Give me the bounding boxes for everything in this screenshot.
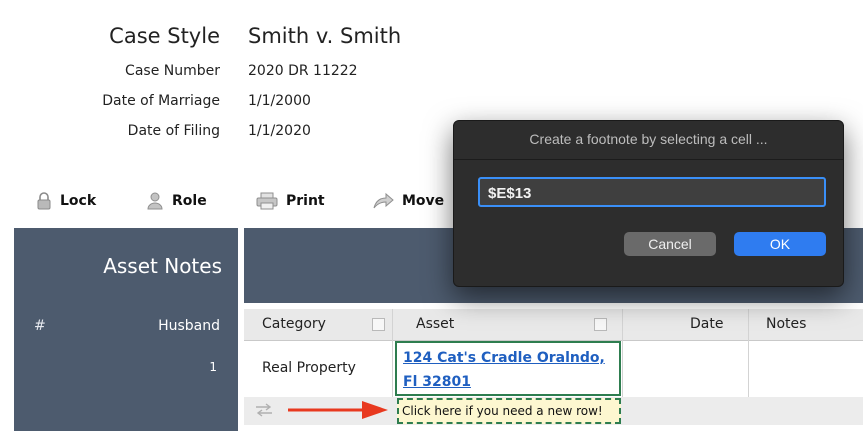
cancel-button[interactable]: Cancel: [624, 232, 716, 256]
lock-icon: [37, 192, 51, 210]
cell-reference-input[interactable]: $E$13: [478, 177, 826, 207]
print-button[interactable]: Print: [256, 190, 325, 212]
asset-link[interactable]: 124 Cat's Cradle Oralndo, Fl 32801: [403, 346, 618, 394]
category-cell[interactable]: Real Property: [262, 360, 356, 376]
ok-button[interactable]: OK: [734, 232, 826, 256]
dialog-title: Create a footnote by selecting a cell ..…: [529, 131, 768, 147]
arrow-right-icon: [288, 401, 388, 419]
row-number: 1: [209, 360, 217, 374]
move-button[interactable]: Move: [372, 190, 444, 212]
print-label: Print: [286, 193, 325, 209]
husband-column-header: Husband: [158, 318, 220, 334]
role-button[interactable]: Role: [146, 190, 207, 212]
date-of-marriage-value[interactable]: 1/1/2000: [248, 93, 311, 109]
share-arrow-icon: [373, 192, 394, 209]
spreadsheet-view: Case Style Smith v. Smith Case Number 20…: [0, 0, 863, 431]
row-number-column-header: #: [34, 318, 46, 334]
lock-label: Lock: [60, 193, 97, 209]
date-of-marriage-label: Date of Marriage: [102, 93, 220, 109]
move-label: Move: [402, 193, 445, 209]
asset-column-header[interactable]: Asset: [416, 316, 454, 332]
lock-button[interactable]: Lock: [36, 190, 96, 212]
date-of-filing-value[interactable]: 1/1/2020: [248, 123, 311, 139]
panel-title: Asset Notes: [103, 254, 222, 278]
footnote-dialog: Create a footnote by selecting a cell ..…: [453, 120, 844, 287]
dialog-divider: [454, 159, 843, 160]
column-divider: [392, 309, 393, 397]
swap-arrows-icon: [256, 403, 272, 417]
date-of-filing-label: Date of Filing: [127, 123, 220, 139]
case-style-label: Case Style: [109, 24, 220, 48]
category-column-header[interactable]: Category: [262, 316, 326, 332]
category-filter-checkbox[interactable]: [372, 318, 385, 331]
role-label: Role: [172, 193, 207, 209]
date-column-header[interactable]: Date: [690, 316, 723, 332]
new-row-hint[interactable]: Click here if you need a new row!: [402, 404, 603, 418]
printer-icon: [256, 192, 278, 210]
person-icon: [147, 192, 163, 210]
case-style-value[interactable]: Smith v. Smith: [248, 24, 401, 48]
asset-filter-checkbox[interactable]: [594, 318, 607, 331]
column-divider: [622, 309, 623, 397]
notes-column-header[interactable]: Notes: [766, 316, 806, 332]
case-number-value[interactable]: 2020 DR 11222: [248, 63, 358, 79]
case-number-label: Case Number: [125, 63, 220, 79]
column-divider: [748, 309, 749, 397]
